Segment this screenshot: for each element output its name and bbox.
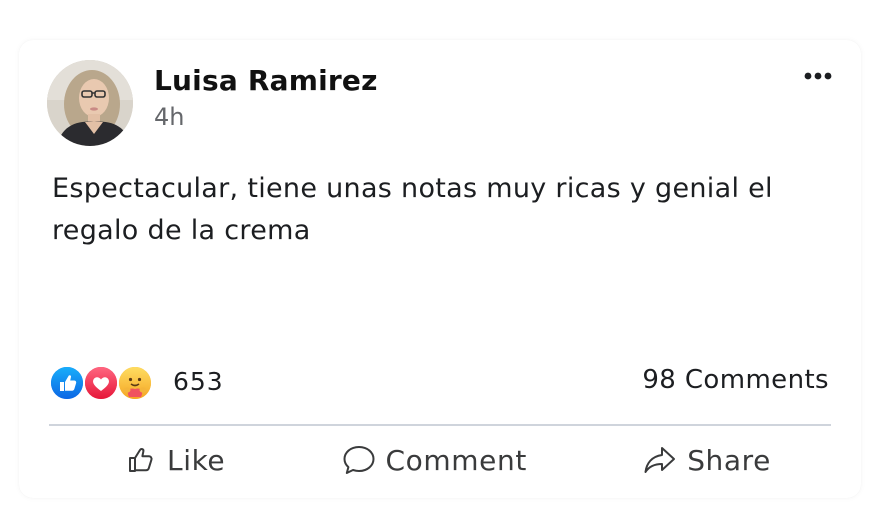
- reaction-icons: [49, 363, 159, 401]
- post-text: Espectacular, tiene unas notas muy ricas…: [52, 173, 773, 246]
- love-icon: [83, 365, 119, 401]
- comment-bubble-icon: [343, 446, 375, 474]
- author-name[interactable]: Luisa Ramirez: [154, 64, 378, 97]
- post-card: Luisa Ramirez 4h Espectacular, tiene una…: [19, 40, 861, 498]
- author-avatar[interactable]: [47, 60, 133, 146]
- avatar-photo: [47, 60, 133, 146]
- share-arrow-icon: [644, 447, 676, 473]
- thumbs-up-icon: [129, 448, 153, 472]
- like-icon: [49, 365, 85, 401]
- comment-button-label: Comment: [385, 443, 527, 477]
- reactions-summary[interactable]: 653: [49, 363, 224, 401]
- more-options-button[interactable]: [801, 65, 835, 87]
- share-button-label: Share: [687, 443, 771, 477]
- post-timestamp[interactable]: 4h: [154, 103, 184, 131]
- like-button[interactable]: Like: [127, 436, 225, 484]
- comments-count-link[interactable]: 98 Comments: [642, 365, 829, 395]
- actions-divider: [49, 424, 831, 426]
- comment-button[interactable]: Comment: [342, 436, 527, 484]
- share-button[interactable]: Share: [643, 436, 771, 484]
- care-icon: [117, 365, 153, 401]
- reaction-count: 653: [173, 366, 224, 396]
- post-actions-bar: Like Comment Share: [49, 435, 831, 485]
- like-button-label: Like: [167, 443, 226, 477]
- more-horizontal-icon: [804, 72, 832, 80]
